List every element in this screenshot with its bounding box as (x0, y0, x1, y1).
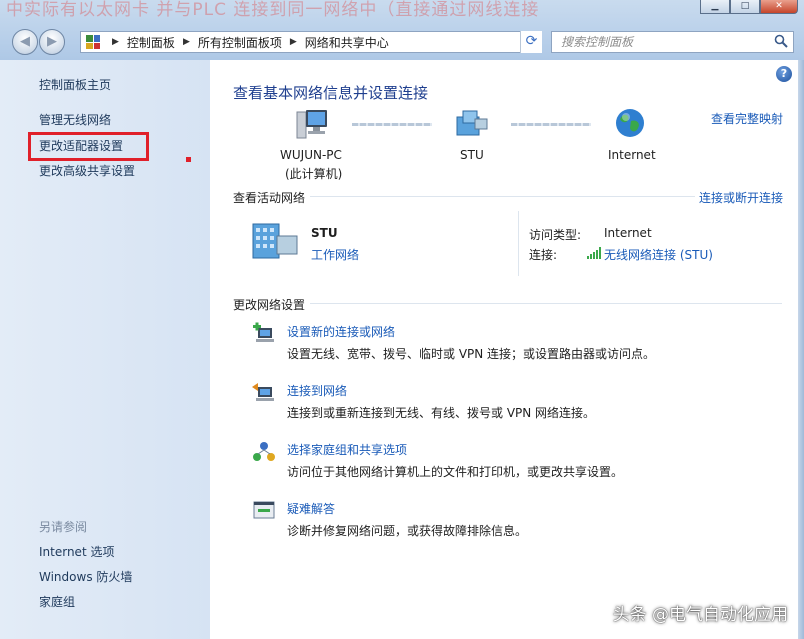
network-name: STU (311, 226, 338, 240)
access-type-value: Internet (604, 226, 652, 240)
task-desc-new-connection: 设置无线、宽带、拨号、临时或 VPN 连接；或设置路由器或访问点。 (287, 347, 656, 361)
access-type-label: 访问类型: (529, 228, 582, 242)
task-link-connect-network[interactable]: 连接到网络 (287, 382, 347, 399)
connection-link[interactable]: 无线网络连接 (STU) (604, 246, 713, 263)
sidebar-item-internet-options[interactable]: Internet 选项 (39, 543, 114, 560)
close-button[interactable]: ✕ (760, 0, 798, 14)
page-title: 查看基本网络信息并设置连接 (233, 84, 429, 102)
globe-icon[interactable] (614, 107, 646, 139)
homegroup-icon[interactable] (252, 440, 276, 464)
see-also-heading: 另请参阅 (39, 520, 88, 534)
section-divider (310, 196, 695, 197)
sidebar-item-home[interactable]: 控制面板主页 (39, 76, 111, 93)
sidebar-item-sharing[interactable]: 更改高级共享设置 (39, 162, 135, 179)
breadcrumb-control-panel[interactable]: 控制面板 (127, 34, 175, 51)
node-label-network: STU (460, 148, 484, 162)
window-border (798, 60, 804, 639)
network-type-link[interactable]: 工作网络 (311, 246, 359, 263)
task-link-troubleshoot[interactable]: 疑难解答 (287, 500, 335, 517)
view-full-map-link[interactable]: 查看完整映射 (711, 110, 783, 127)
node-label-computer: WUJUN-PC (280, 148, 342, 162)
highlight-annotation (28, 132, 149, 161)
section-divider (310, 303, 782, 304)
active-networks-heading: 查看活动网络 (233, 191, 306, 205)
back-button[interactable]: ◀ (12, 29, 38, 55)
help-icon[interactable]: ? (776, 66, 792, 82)
task-link-homegroup[interactable]: 选择家庭组和共享选项 (287, 441, 407, 458)
background-window-text: 中实际有以太网卡 并与PLC 连接到同一网络中（直接通过网线连接 (6, 0, 540, 20)
task-link-new-connection[interactable]: 设置新的连接或网络 (287, 323, 395, 340)
window-frame: 中实际有以太网卡 并与PLC 连接到同一网络中（直接通过网线连接 ▁ □ ✕ ◀… (0, 0, 804, 60)
signal-icon (587, 247, 601, 259)
connect-disconnect-link[interactable]: 连接或断开连接 (699, 189, 783, 206)
minimize-button[interactable]: ▁ (700, 0, 730, 14)
window-controls: ▁ □ ✕ (700, 0, 798, 14)
node-sublabel-computer: (此计算机) (285, 167, 343, 181)
connection-line (511, 123, 591, 126)
new-connection-icon[interactable] (252, 322, 276, 346)
work-network-icon[interactable] (251, 218, 299, 260)
address-bar[interactable]: ▶ 控制面板 ▶ 所有控制面板项 ▶ 网络和共享中心 ▼ (80, 31, 542, 53)
node-label-internet: Internet (608, 148, 656, 162)
network-icon[interactable] (455, 109, 489, 137)
chevron-right-icon[interactable]: ▶ (290, 37, 297, 47)
connection-line (352, 123, 432, 126)
connection-label: 连接: (529, 248, 558, 262)
maximize-button[interactable]: □ (730, 0, 760, 14)
vertical-divider (518, 211, 519, 276)
search-icon[interactable] (774, 34, 788, 48)
annotation-dot (186, 157, 191, 162)
connect-network-icon[interactable] (252, 381, 276, 405)
change-settings-heading: 更改网络设置 (233, 298, 306, 312)
sidebar-item-homegroup[interactable]: 家庭组 (39, 593, 75, 610)
watermark: 头条 @电气自动化应用 (612, 605, 788, 625)
forward-button[interactable]: ▶ (39, 29, 65, 55)
breadcrumb-network-center[interactable]: 网络和共享中心 (305, 34, 389, 51)
chevron-right-icon[interactable]: ▶ (183, 37, 190, 47)
troubleshoot-icon[interactable] (252, 499, 276, 523)
task-desc-homegroup: 访问位于其他网络计算机上的文件和打印机，或更改共享设置。 (287, 465, 624, 479)
control-panel-icon (86, 35, 100, 49)
task-desc-troubleshoot: 诊断并修复网络问题，或获得故障排除信息。 (287, 524, 528, 538)
breadcrumb-all-items[interactable]: 所有控制面板项 (198, 34, 282, 51)
refresh-icon[interactable]: ⟳ (520, 31, 542, 53)
sidebar-item-wireless[interactable]: 管理无线网络 (39, 111, 111, 128)
computer-icon[interactable] (295, 108, 329, 140)
task-desc-connect-network: 连接到或重新连接到无线、有线、拨号或 VPN 网络连接。 (287, 406, 596, 420)
search-placeholder: 搜索控制面板 (561, 35, 634, 49)
search-input[interactable]: 搜索控制面板 (551, 31, 794, 53)
chevron-right-icon[interactable]: ▶ (112, 37, 119, 47)
sidebar-item-firewall[interactable]: Windows 防火墙 (39, 568, 132, 585)
